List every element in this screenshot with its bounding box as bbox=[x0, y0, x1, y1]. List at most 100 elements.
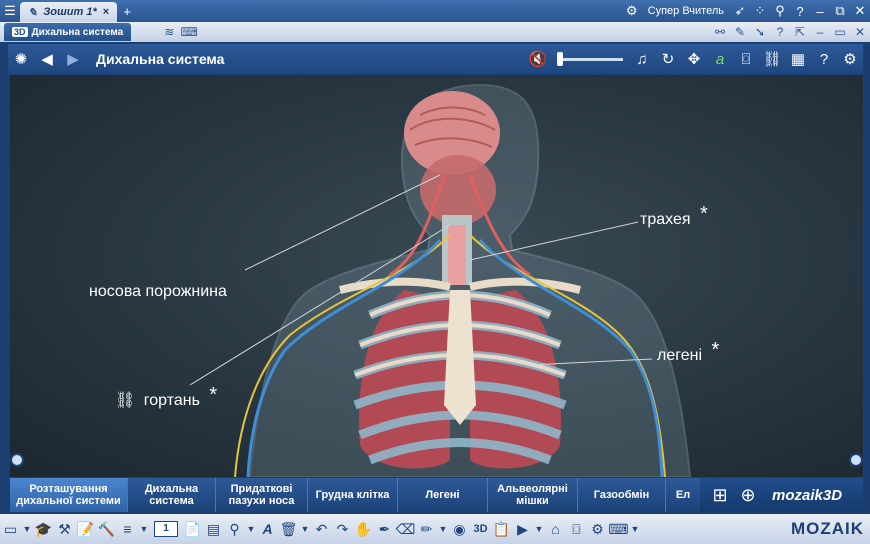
record-icon[interactable]: ◉ bbox=[449, 519, 470, 539]
label-trachea[interactable]: трахея * bbox=[640, 203, 708, 230]
chapter-tab[interactable]: Альвеолярні мішки bbox=[488, 478, 578, 512]
chapter-tab[interactable]: Придаткові пазухи носа bbox=[216, 478, 308, 512]
dropdown-icon[interactable]: ▼ bbox=[21, 519, 33, 539]
wifi-icon[interactable]: ≋ bbox=[159, 22, 179, 42]
right-handle[interactable] bbox=[849, 453, 863, 467]
chapter-tab[interactable]: Розташування дихальної системи bbox=[10, 478, 128, 512]
left-handle[interactable] bbox=[10, 453, 24, 467]
redo-icon[interactable]: ↷ bbox=[332, 519, 353, 539]
page-icon[interactable]: 📄 bbox=[182, 519, 203, 539]
3d-scene[interactable]: носова порожнина ⛓ гортань * трахея * ле… bbox=[10, 75, 863, 477]
search-icon[interactable]: ⚲ bbox=[770, 1, 790, 21]
share-icon[interactable]: ⚯ bbox=[710, 22, 730, 42]
hammer-icon[interactable]: 🔨 bbox=[96, 519, 117, 539]
link-icon[interactable]: ⛓ bbox=[759, 46, 785, 72]
text-icon[interactable]: A bbox=[257, 519, 278, 539]
pencil-icon: ✎ bbox=[28, 6, 38, 19]
pages-icon[interactable]: ▤ bbox=[203, 519, 224, 539]
keyboard-icon[interactable]: ⌨ bbox=[179, 22, 199, 42]
camera-icon[interactable]: ⌼ bbox=[733, 46, 759, 72]
trash-icon[interactable]: 🗑 bbox=[278, 519, 299, 539]
help-icon[interactable]: ? bbox=[770, 22, 790, 42]
tab-notebook[interactable]: ✎ Зошит 1* × bbox=[20, 2, 118, 22]
notes-icon[interactable]: 📝 bbox=[75, 519, 96, 539]
anatomy-model[interactable] bbox=[10, 75, 863, 477]
help-icon[interactable]: ? bbox=[790, 1, 810, 21]
pen-icon[interactable]: ✎ bbox=[730, 22, 750, 42]
board-icon[interactable]: ▭ bbox=[0, 519, 21, 539]
labels-icon[interactable]: a bbox=[707, 46, 733, 72]
camera-icon[interactable]: ⌼ bbox=[566, 519, 587, 539]
label-nasal-text: носова порожнина bbox=[89, 283, 227, 300]
page-number[interactable]: 1 bbox=[154, 521, 178, 537]
add-page-icon[interactable]: ⊞ bbox=[706, 485, 734, 505]
apps-icon[interactable]: ⁘ bbox=[750, 1, 770, 21]
add-scene-icon[interactable]: ⊕ bbox=[734, 485, 762, 505]
chapter-tab[interactable]: Грудна клітка bbox=[308, 478, 398, 512]
chapter-tab[interactable]: Дихальна система bbox=[128, 478, 216, 512]
undo-icon[interactable]: ↶ bbox=[311, 519, 332, 539]
minimize-icon[interactable]: – bbox=[810, 22, 830, 42]
volume-slider-knob[interactable] bbox=[557, 51, 563, 66]
label-lungs-text: легені bbox=[657, 347, 703, 364]
volume-slider[interactable] bbox=[557, 51, 623, 66]
dropdown-icon[interactable]: ▼ bbox=[299, 519, 311, 539]
settings-icon[interactable]: ⚙ bbox=[622, 1, 642, 21]
pointer-icon[interactable]: ➘ bbox=[750, 22, 770, 42]
home-icon[interactable]: ⌂ bbox=[545, 519, 566, 539]
hand-icon[interactable]: ✋ bbox=[353, 519, 374, 539]
rocket-icon[interactable]: ➶ bbox=[730, 1, 750, 21]
user-name[interactable]: Супер Вчитель bbox=[648, 5, 724, 17]
graduation-icon[interactable]: 🎓 bbox=[33, 519, 54, 539]
close-icon[interactable]: ✕ bbox=[850, 1, 870, 21]
keyboard-icon[interactable]: ⌨ bbox=[608, 519, 629, 539]
dropdown-icon[interactable]: ▼ bbox=[138, 519, 150, 539]
chapter-bar: Розташування дихальної системи Дихальна … bbox=[10, 478, 700, 512]
rotate-icon[interactable]: ↻ bbox=[655, 46, 681, 72]
previous-button[interactable]: ◀ bbox=[34, 46, 60, 72]
subwindow-title: Дихальна система bbox=[31, 26, 124, 38]
minimize-icon[interactable]: – bbox=[810, 1, 830, 21]
subwindow-tab[interactable]: 3D Дихальна система bbox=[4, 23, 132, 41]
menu-icon[interactable]: ☰ bbox=[0, 1, 20, 21]
maximize-icon[interactable]: ▭ bbox=[830, 22, 850, 42]
zoom-icon[interactable]: ⚲ bbox=[224, 519, 245, 539]
music-icon[interactable]: ♫ bbox=[629, 46, 655, 72]
help-icon[interactable]: ? bbox=[811, 46, 837, 72]
dropdown-icon[interactable]: ▼ bbox=[629, 519, 641, 539]
chapter-tab[interactable]: Легені bbox=[398, 478, 488, 512]
tools-icon[interactable]: ⚒ bbox=[54, 519, 75, 539]
restore-icon[interactable]: ⧉ bbox=[830, 1, 850, 21]
add-tab-button[interactable]: + bbox=[117, 1, 137, 21]
dropdown-icon[interactable]: ▼ bbox=[245, 519, 257, 539]
3d-icon[interactable]: 3D bbox=[470, 519, 491, 539]
star-icon: * bbox=[699, 203, 708, 225]
layers-icon[interactable]: ≡ bbox=[117, 519, 138, 539]
worksheet-icon[interactable]: 📋 bbox=[491, 519, 512, 539]
label-larynx[interactable]: ⛓ гортань * bbox=[115, 384, 217, 411]
subwindow-bar: 3D Дихальна система ≋ ⌨ ⚯ ✎ ➘ ? ⇱ – ▭ ✕ bbox=[0, 22, 870, 42]
play-icon[interactable]: ▶ bbox=[512, 519, 533, 539]
bottom-toolbar: ▭ ▼ 🎓 ⚒ 📝 🔨 ≡ ▼ 1 📄 ▤ ⚲ ▼ A 🗑 ▼ ↶ ↷ ✋ ✒ … bbox=[0, 514, 870, 544]
3d-badge: 3D bbox=[12, 27, 28, 37]
settings-icon[interactable]: ⚙ bbox=[587, 519, 608, 539]
eraser-icon[interactable]: ⌫ bbox=[395, 519, 416, 539]
chapter-tab[interactable]: Ел bbox=[666, 478, 700, 512]
settings-icon[interactable]: ⚙ bbox=[837, 46, 863, 72]
viewer-header: ✺ ◀ ▶ Дихальна система 🔇 ♫ ↻ ✥ a ⌼ ⛓ ▦ ?… bbox=[8, 44, 863, 74]
label-nasal-cavity[interactable]: носова порожнина bbox=[89, 283, 227, 301]
marker-icon[interactable]: ✒ bbox=[374, 519, 395, 539]
mute-icon[interactable]: 🔇 bbox=[525, 46, 551, 72]
chapter-tab[interactable]: Газообмін bbox=[578, 478, 666, 512]
highlighter-icon[interactable]: ✏ bbox=[416, 519, 437, 539]
label-lungs[interactable]: легені * bbox=[657, 339, 719, 366]
move-icon[interactable]: ✥ bbox=[681, 46, 707, 72]
dropdown-icon[interactable]: ▼ bbox=[533, 519, 545, 539]
external-icon[interactable]: ⇱ bbox=[790, 22, 810, 42]
tab-close-button[interactable]: × bbox=[103, 6, 109, 18]
close-icon[interactable]: ✕ bbox=[850, 22, 870, 42]
loading-icon: ✺ bbox=[14, 51, 28, 68]
grid-icon[interactable]: ▦ bbox=[785, 46, 811, 72]
dropdown-icon[interactable]: ▼ bbox=[437, 519, 449, 539]
next-button[interactable]: ▶ bbox=[60, 46, 86, 72]
